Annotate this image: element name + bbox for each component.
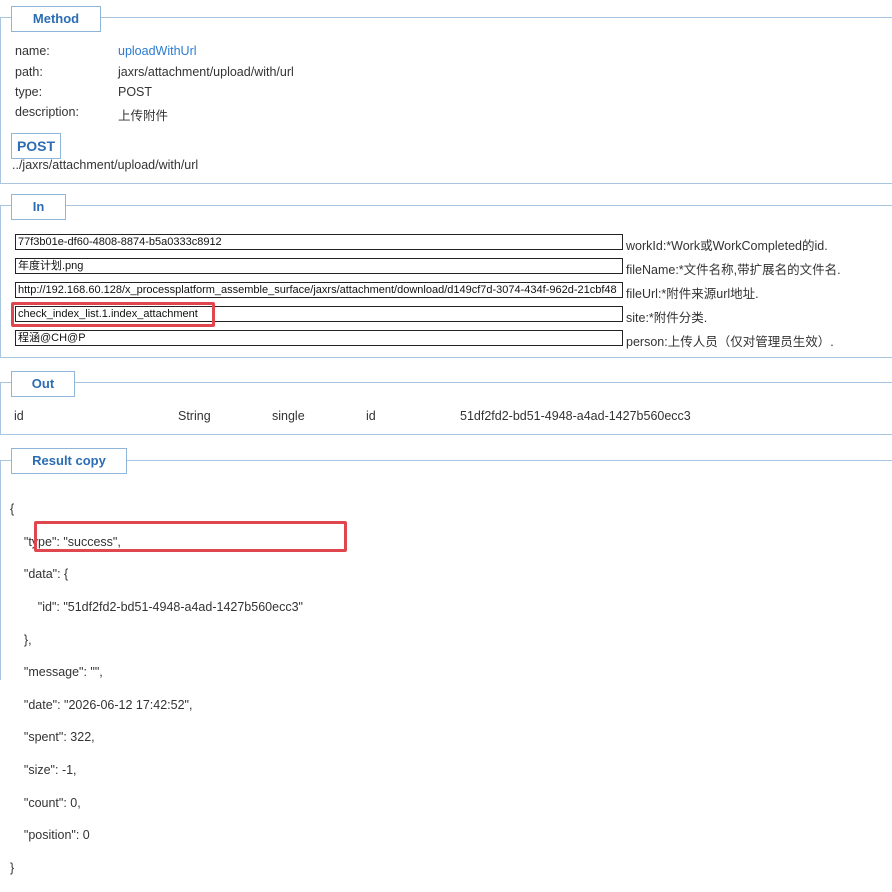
in-bottom-border (0, 357, 892, 358)
result-copy-legend[interactable]: Result copy (11, 448, 127, 474)
json-line: "date": "2026-06-12 17:42:52", (10, 697, 193, 712)
filename-input[interactable]: 年度计划.png (15, 258, 623, 274)
fileurl-input[interactable]: http://192.168.60.128/x_processplatform_… (15, 282, 623, 298)
out-name: id (14, 409, 24, 423)
out-value: 51df2fd2-bd51-4948-a4ad-1427b560ecc3 (460, 409, 691, 423)
description-value: 上传附件 (118, 109, 169, 123)
out-multiplicity: single (272, 409, 305, 423)
json-line: "count": 0, (10, 795, 81, 810)
json-line: "size": -1, (10, 763, 77, 778)
out-desc: id (366, 409, 376, 423)
person-input[interactable]: 程涵@CH@P (15, 330, 623, 346)
result-id-highlight-box (34, 521, 347, 552)
workid-desc: workId:*Work或WorkCompleted的id. (626, 239, 828, 253)
filename-desc: fileName:*文件名称,带扩展名的文件名. (626, 263, 841, 277)
fileurl-desc: fileUrl:*附件来源url地址. (626, 287, 759, 301)
path-label: path: (15, 65, 43, 79)
description-label: description: (15, 105, 79, 119)
method-section-border (0, 17, 892, 18)
in-legend: In (11, 194, 66, 220)
out-legend: Out (11, 371, 75, 397)
name-value[interactable]: uploadWithUrl (118, 44, 197, 58)
out-bottom-border (0, 434, 892, 435)
type-value: POST (118, 85, 153, 99)
json-line: "message": "", (10, 665, 103, 680)
out-left-border (0, 382, 1, 434)
method-legend: Method (11, 6, 101, 32)
site-desc: site:*附件分类. (626, 311, 708, 325)
json-line: "id": "51df2fd2-bd51-4948-a4ad-1427b560e… (10, 600, 303, 615)
person-desc: person:上传人员（仅对管理员生效）. (626, 335, 834, 349)
json-line: } (10, 860, 15, 875)
json-line: { (10, 502, 15, 517)
path-value: jaxrs/attachment/upload/with/url (118, 65, 294, 79)
result-left-border (0, 460, 1, 680)
workid-input[interactable]: 77f3b01e-df60-4808-8874-b5a0333c8912 (15, 234, 623, 250)
request-url: ../jaxrs/attachment/upload/with/url (12, 158, 199, 172)
json-line: "data": { (10, 567, 69, 582)
type-label: type: (15, 85, 43, 99)
name-label: name: (15, 44, 50, 58)
post-button[interactable]: POST (11, 133, 61, 159)
json-line: "spent": 322, (10, 730, 95, 745)
result-section-border (0, 460, 892, 461)
method-bottom-border (0, 183, 892, 184)
in-left-border (0, 205, 1, 357)
json-line: "position": 0 (10, 828, 90, 843)
out-type: String (178, 409, 211, 423)
out-section-border (0, 382, 892, 383)
method-left-border (0, 17, 1, 183)
site-highlight-box (11, 302, 215, 327)
json-line: }, (10, 632, 32, 647)
in-section-border (0, 205, 892, 206)
